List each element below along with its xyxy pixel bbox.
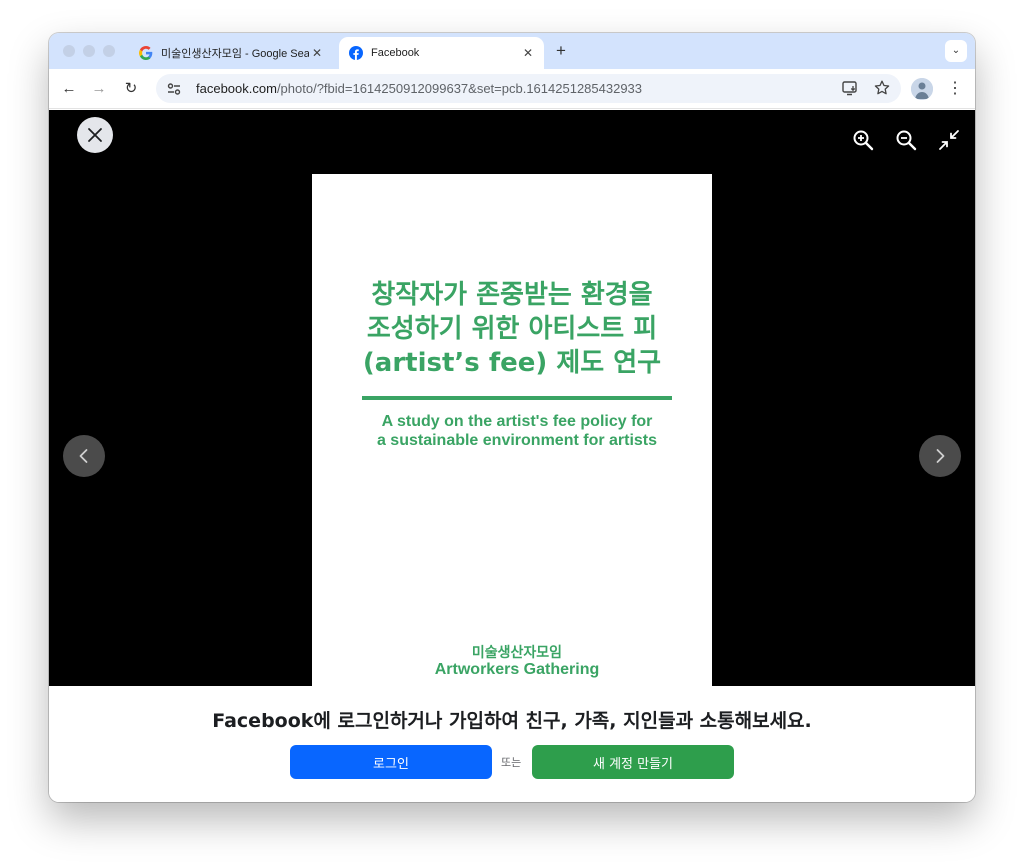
close-tab-icon[interactable]: ✕ [520,46,536,60]
back-button[interactable]: ← [59,79,79,99]
tab-google-search[interactable]: 미술인생산자모임 - Google Search ✕ [129,37,333,69]
photo-english-title-line: A study on the artist's fee policy for [381,413,653,430]
photo-viewer: 창작자가 존중받는 환경을 조성하기 위한 아티스트 피 (artist’s f… [49,110,975,686]
tab-bar: 미술인생산자모임 - Google Search ✕ Facebook ✕ + … [49,33,975,69]
bookmark-star-icon[interactable] [873,79,891,97]
login-button[interactable]: 로그인 [290,745,492,779]
window-minimize-dot[interactable] [83,45,95,57]
previous-photo-button[interactable] [63,435,105,477]
next-photo-button[interactable] [919,435,961,477]
photo-korean-title-line: 창작자가 존중받는 환경을 [371,280,653,310]
close-viewer-button[interactable] [77,117,113,153]
tab-title: 미술인생산자모임 - Google Search [161,48,309,60]
tab-facebook[interactable]: Facebook ✕ [339,37,544,69]
reload-button[interactable]: ↻ [121,79,141,99]
close-icon [88,128,102,142]
browser-menu-button[interactable]: ⋮ [947,79,963,99]
photo-divider [362,396,672,400]
login-prompt-message: Facebook에 로그인하거나 가입하여 친구, 가족, 지인들과 소통해보세… [212,710,812,732]
window-zoom-dot[interactable] [103,45,115,57]
photo-organization-english: Artworkers Gathering [434,661,600,678]
create-account-button[interactable]: 새 계정 만들기 [532,745,734,779]
previous-icon [79,449,88,463]
next-icon [936,449,945,463]
browser-toolbar: ← → ↻ facebook.com/photo/?fbid=161425091… [49,69,975,109]
zoom-out-icon[interactable] [895,129,917,151]
install-app-icon[interactable] [841,79,859,97]
address-url[interactable]: facebook.com/photo/?fbid=161425091209963… [196,81,642,96]
profile-avatar[interactable] [911,78,933,100]
browser-window: 미술인생산자모임 - Google Search ✕ Facebook ✕ + … [49,33,975,802]
photo-english-title-line: a sustainable environment for artists [376,432,658,449]
login-prompt-banner: Facebook에 로그인하거나 가입하여 친구, 가족, 지인들과 소통해보세… [49,686,975,802]
photo-image: 창작자가 존중받는 환경을 조성하기 위한 아티스트 피 (artist’s f… [312,174,712,686]
photo-korean-title: 창작자가 존중받는 환경을 조성하기 위한 아티스트 피 (artist’s f… [312,278,712,380]
forward-button[interactable]: → [89,79,109,99]
exit-fullscreen-icon[interactable] [938,129,960,151]
tab-search-button[interactable]: ⌄ [945,40,967,62]
address-bar-actions [841,79,891,97]
zoom-in-icon[interactable] [852,129,874,151]
address-bar[interactable]: facebook.com/photo/?fbid=161425091209963… [156,74,901,103]
photo-english-title: A study on the artist's fee policy for a… [312,412,712,450]
facebook-icon [349,46,363,60]
photo-korean-title-line: (artist’s fee) 제도 연구 [362,348,662,378]
url-host: facebook.com [196,81,277,96]
site-settings-icon[interactable] [166,81,182,97]
close-tab-icon[interactable]: ✕ [309,46,325,60]
avatar-icon [911,78,933,100]
window-close-dot[interactable] [63,45,75,57]
tab-title: Facebook [371,47,420,59]
or-label: 또는 [501,756,522,769]
photo-organization-korean: 미술생산자모임 [471,645,563,661]
url-path: /photo/?fbid=1614250912099637&set=pcb.16… [276,81,643,96]
new-tab-button[interactable]: + [551,41,571,61]
google-icon [139,46,153,60]
photo-korean-title-line: 조성하기 위한 아티스트 피 [366,314,658,344]
